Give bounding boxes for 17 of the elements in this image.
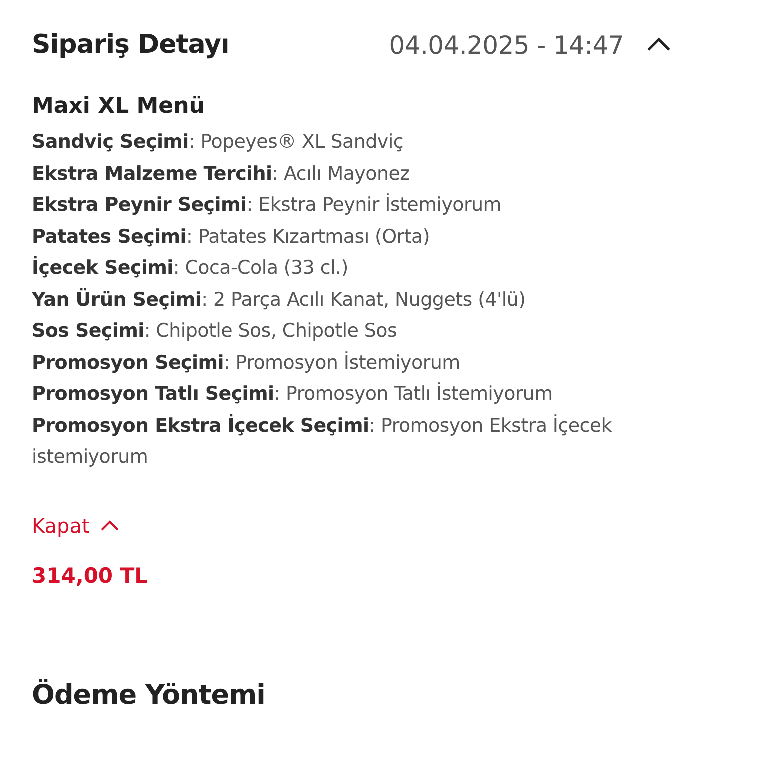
order-date: 04.04.2025 - 14:47 xyxy=(389,30,624,60)
chevron-icon xyxy=(100,520,120,532)
option-line: Promosyon Ekstra İçecek Seçimi: Promosyon Ekstra İçecek istemiyorum xyxy=(32,413,613,470)
collapse-link[interactable]: Kapat xyxy=(32,514,120,538)
option-line: Sos Seçimi: Chipotle Sos, Chipotle Sos xyxy=(32,319,398,344)
item-name: Maxi XL Menü xyxy=(32,94,206,119)
price: 314,00 TL xyxy=(32,564,150,588)
option-line: Yan Ürün Seçimi: 2 Parça Acılı Kanat, Nuggets (4'lü) xyxy=(32,287,527,312)
option-line: Ekstra Malzeme Tercihi: Acılı Mayonez xyxy=(32,162,411,186)
option-line: Promosyon Seçimi: Promosyon İstemiyorum xyxy=(32,350,462,376)
option-line: Sandviç Seçimi: Popeyes® XL Sandviç xyxy=(32,130,404,155)
option-line: Promosyon Tatlı Seçimi: Promosyon Tatlı İstemiyorum xyxy=(32,382,554,407)
section-title: Sipariş Detayı xyxy=(32,30,230,60)
option-line: Ekstra Peynir Seçimi: Ekstra Peynir İstemiyorum xyxy=(32,192,502,218)
option-line: İçecek Seçimi: Coca-Cola (33 cl.) xyxy=(32,255,350,281)
option-line: Patates Seçimi: Patates Kızartması (Orta) xyxy=(32,224,431,250)
section-title: Ödeme Yöntemi xyxy=(32,680,266,710)
